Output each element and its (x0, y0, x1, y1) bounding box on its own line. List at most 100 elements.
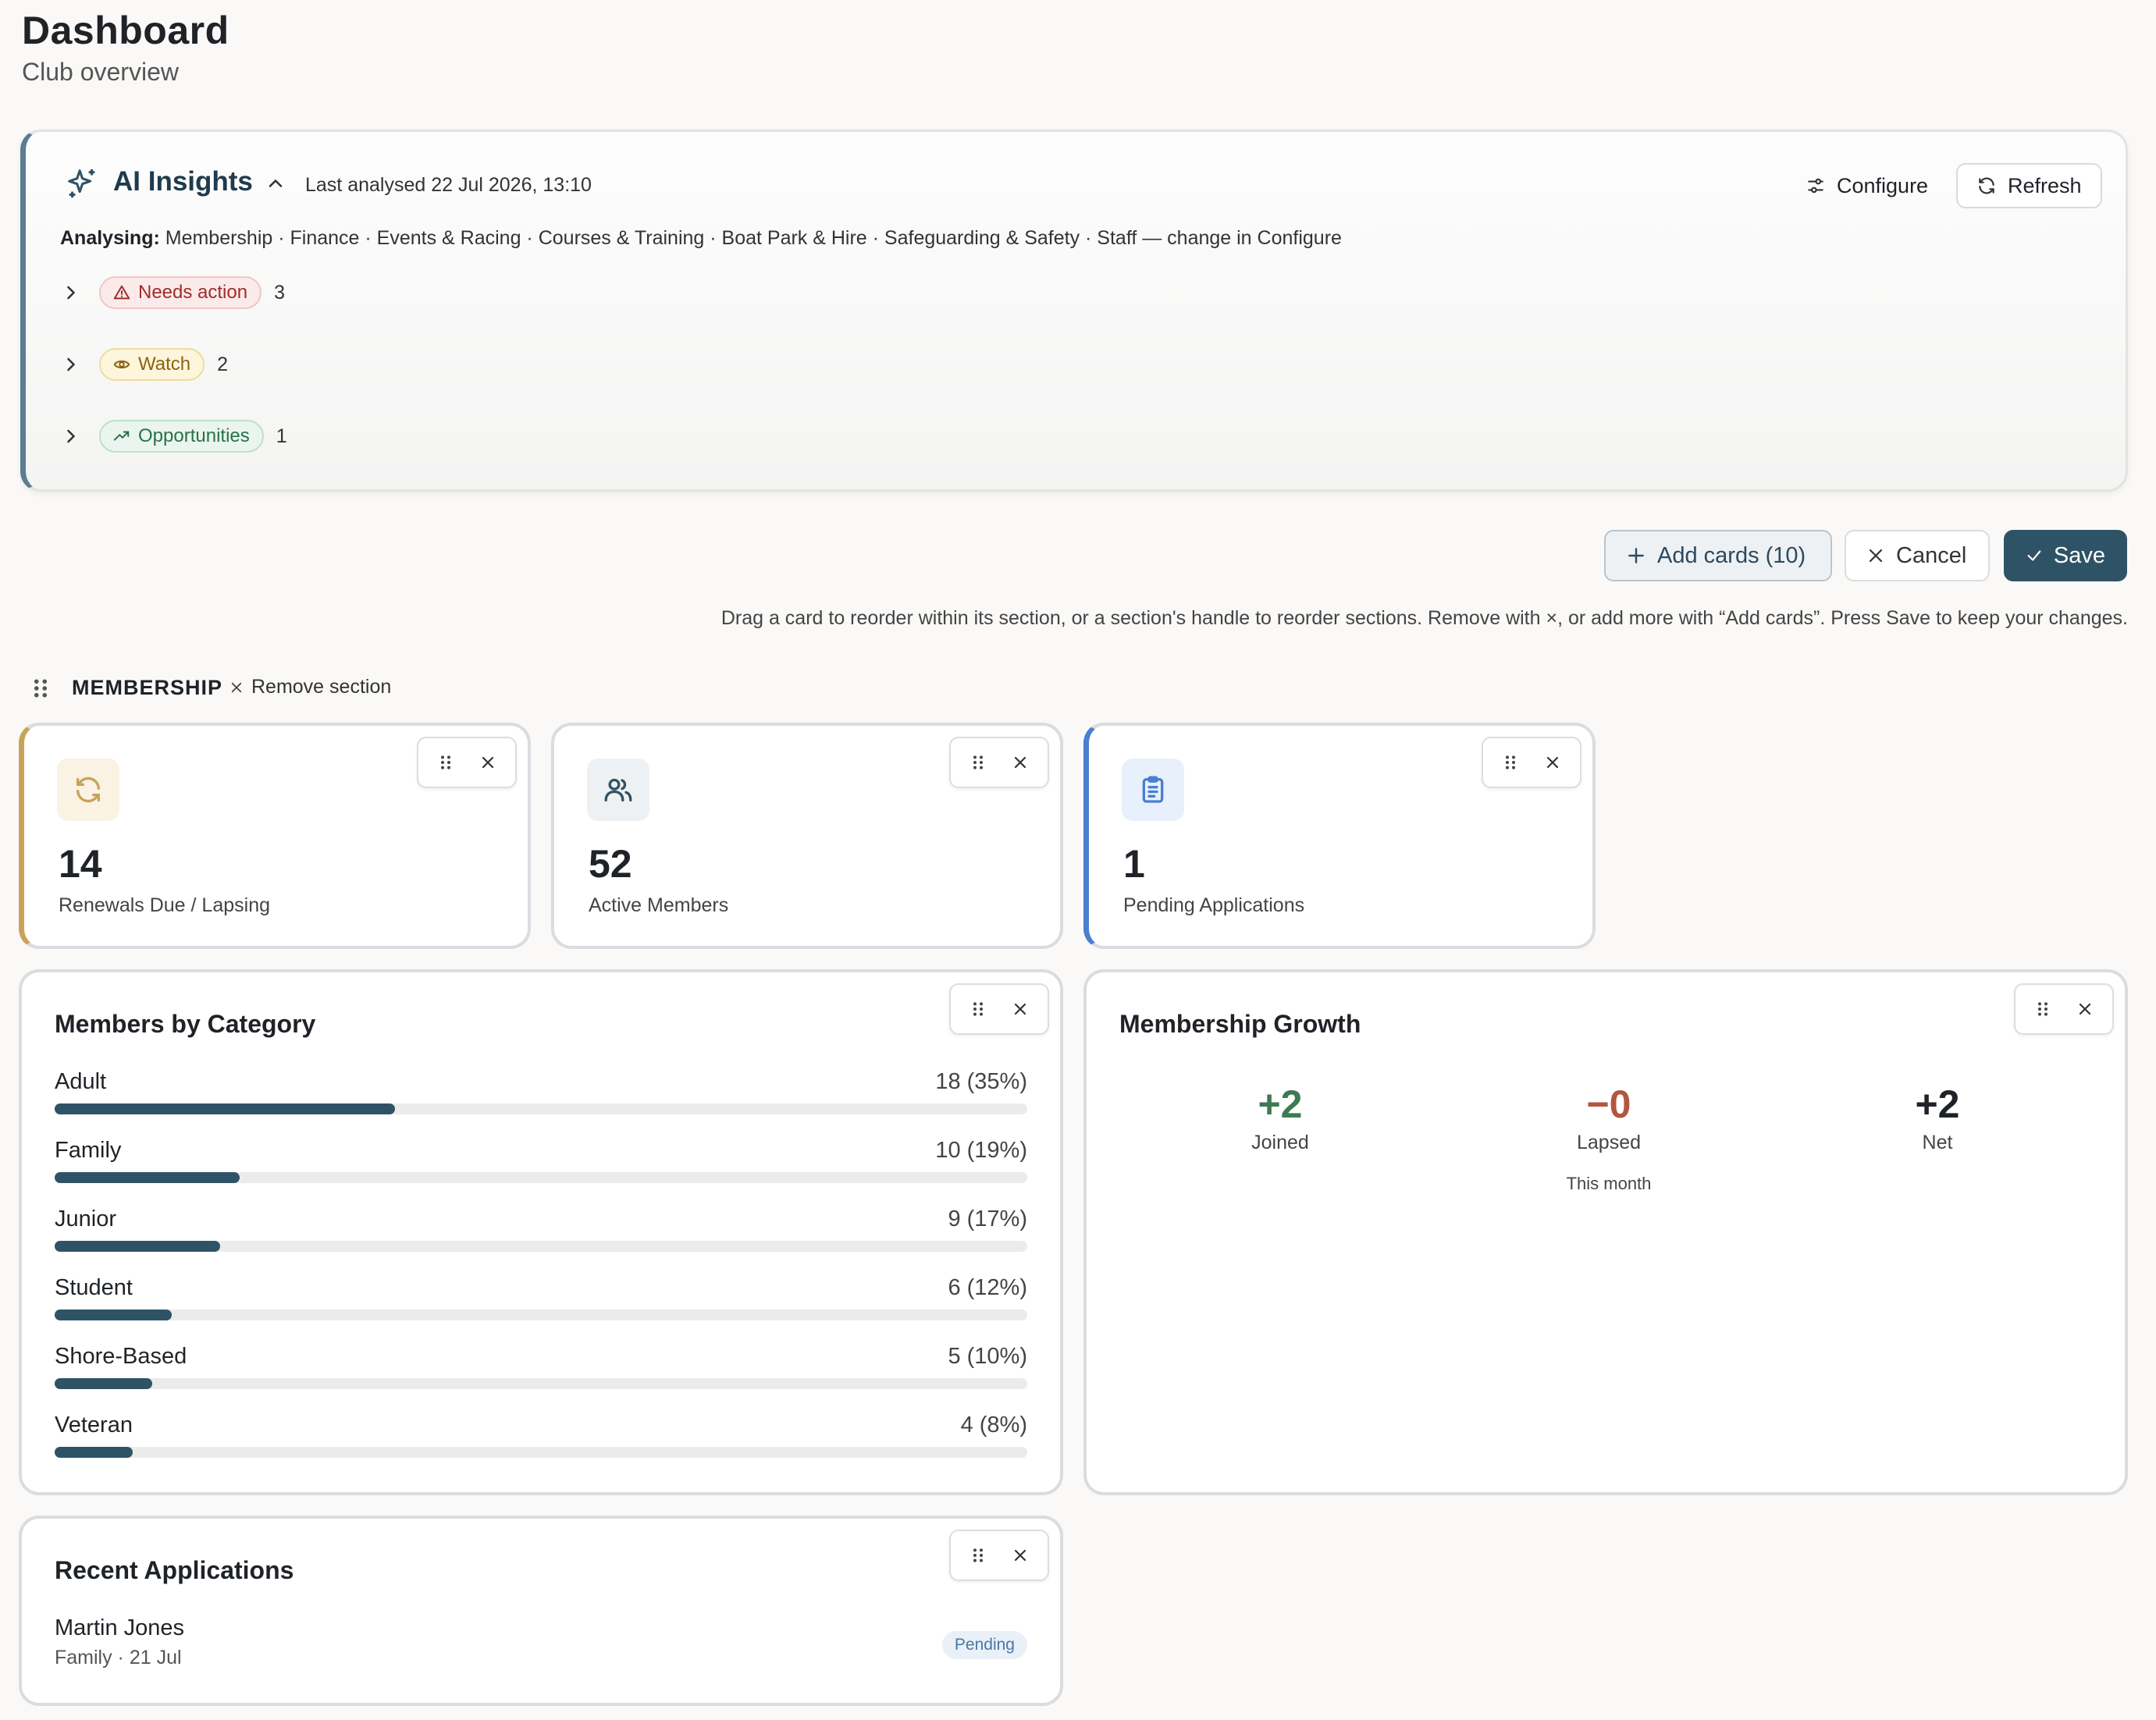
category-name: Family (55, 1138, 122, 1163)
period-label: This month (1566, 1174, 1652, 1193)
remove-section-button[interactable]: Remove section (229, 676, 391, 698)
remove-card-icon[interactable] (1541, 751, 1564, 774)
category-bar-track (55, 1378, 1027, 1389)
drag-handle-icon[interactable] (966, 751, 990, 774)
net-label: Net (1922, 1132, 1953, 1153)
card-tools (417, 737, 517, 788)
category-row: Adult 18 (35%) (55, 1069, 1027, 1132)
remove-card-icon[interactable] (1009, 997, 1032, 1021)
category-value: 10 (19%) (935, 1138, 1027, 1163)
category-bar-track (55, 1447, 1027, 1458)
last-analysed-text: Last analysed 22 Jul 2026, 13:10 (305, 174, 592, 196)
application-meta: Family · 21 Jul (55, 1647, 182, 1668)
refresh-button[interactable]: Refresh (1956, 163, 2102, 208)
category-name: Student (55, 1275, 133, 1300)
chevron-right-icon[interactable] (60, 282, 82, 304)
remove-card-icon[interactable] (1009, 1544, 1032, 1567)
card-title: Membership Growth (1119, 1010, 1361, 1038)
chevron-up-icon[interactable] (265, 172, 286, 194)
insight-group-watch[interactable]: Watch 2 (60, 347, 228, 382)
add-cards-button[interactable]: Add cards (10) (1604, 530, 1832, 581)
category-row: Student 6 (12%) (55, 1275, 1027, 1338)
applicant-name[interactable]: Martin Jones (55, 1615, 184, 1641)
net-value: +2 (1915, 1082, 1960, 1126)
remove-card-icon[interactable] (1009, 751, 1032, 774)
category-value: 6 (12%) (948, 1275, 1027, 1300)
recent-applications-card[interactable]: Recent Applications Martin Jones Family … (19, 1516, 1063, 1706)
opportunities-pill[interactable]: Opportunities (99, 420, 264, 453)
sparkles-icon (68, 169, 95, 198)
stat-label: Renewals Due / Lapsing (59, 894, 270, 916)
section-title: MEMBERSHIP (72, 676, 223, 699)
category-value: 5 (10%) (948, 1344, 1027, 1369)
drag-handle-icon[interactable] (434, 751, 457, 774)
insight-group-needs-action[interactable]: Needs action 3 (60, 275, 285, 310)
eye-icon (113, 360, 130, 369)
category-row: Shore-Based 5 (10%) (55, 1344, 1027, 1406)
cancel-button[interactable]: Cancel (1845, 530, 1990, 581)
watch-pill[interactable]: Watch (99, 348, 205, 381)
save-button[interactable]: Save (2004, 530, 2127, 581)
ai-insights-title: AI Insights (113, 166, 253, 197)
analysing-modules: Membership · Finance · Events & Racing ·… (165, 227, 1342, 249)
configure-button[interactable]: Configure (1787, 163, 1947, 208)
category-value: 4 (8%) (960, 1413, 1027, 1437)
category-row: Junior 9 (17%) (55, 1206, 1027, 1269)
dashboard-page: Dashboard Club overview AI Insights Last… (0, 0, 2156, 1720)
drag-handle-icon[interactable] (1499, 751, 1522, 774)
stat-card-pending-applications[interactable]: 1 Pending Applications (1083, 723, 1596, 949)
category-bar-fill (55, 1241, 220, 1252)
stat-value: 14 (59, 842, 102, 886)
needs-action-count: 3 (274, 281, 285, 304)
category-name: Veteran (55, 1413, 133, 1437)
analysing-label: Analysing: (60, 227, 160, 249)
card-tools (949, 983, 1049, 1035)
edit-hint: Drag a card to reorder within its sectio… (720, 607, 2128, 629)
category-name: Adult (55, 1069, 107, 1094)
warning-icon (113, 285, 130, 300)
category-row: Family 10 (19%) (55, 1138, 1027, 1200)
lapsed-value: −0 (1586, 1082, 1631, 1126)
stat-card-active-members[interactable]: 52 Active Members (551, 723, 1063, 949)
card-tools (2014, 983, 2114, 1035)
configure-label: Configure (1837, 173, 1929, 197)
insight-group-opportunities[interactable]: Opportunities 1 (60, 419, 287, 453)
lapsed-label: Lapsed (1576, 1132, 1642, 1153)
category-bar-fill (55, 1103, 396, 1114)
drag-handle-icon[interactable] (2031, 997, 2055, 1021)
trending-up-icon (113, 431, 130, 441)
stat-label: Pending Applications (1123, 894, 1305, 916)
chevron-right-icon[interactable] (60, 354, 82, 375)
membership-growth-card[interactable]: Membership Growth +2 Joined −0 Lapsed Th… (1083, 969, 2128, 1495)
save-label: Save (2053, 542, 2105, 568)
card-title: Members by Category (55, 1010, 316, 1038)
growth-lapsed: −0 Lapsed (1507, 1082, 1710, 1154)
watch-label: Watch (138, 354, 191, 375)
refresh-icon (1979, 177, 1994, 194)
opportunities-count: 1 (276, 425, 287, 447)
stat-label: Active Members (589, 894, 729, 916)
status-badge: Pending (941, 1631, 1027, 1659)
refresh-label: Refresh (2008, 173, 2082, 197)
chevron-right-icon[interactable] (60, 425, 82, 447)
sliders-icon (1808, 178, 1823, 194)
users-icon (587, 759, 649, 821)
card-title: Recent Applications (55, 1556, 294, 1584)
remove-card-icon[interactable] (2073, 997, 2097, 1021)
drag-handle-icon[interactable] (31, 677, 50, 699)
cancel-label: Cancel (1896, 542, 1967, 568)
remove-card-icon[interactable] (476, 751, 500, 774)
drag-handle-icon[interactable] (966, 1544, 990, 1567)
refresh-icon (57, 759, 119, 821)
category-bar-track (55, 1172, 1027, 1183)
stat-card-renewals[interactable]: 14 Renewals Due / Lapsing (19, 723, 531, 949)
opportunities-label: Opportunities (138, 425, 250, 446)
joined-label: Joined (1251, 1132, 1309, 1153)
needs-action-pill[interactable]: Needs action (99, 276, 262, 309)
category-bar-track (55, 1241, 1027, 1252)
close-icon (231, 682, 242, 692)
add-cards-label: Add cards (10) (1657, 542, 1806, 568)
members-by-category-card[interactable]: Members by Category Adult 18 (35%) Famil… (19, 969, 1063, 1495)
category-bar-fill (55, 1172, 240, 1183)
drag-handle-icon[interactable] (966, 997, 990, 1021)
